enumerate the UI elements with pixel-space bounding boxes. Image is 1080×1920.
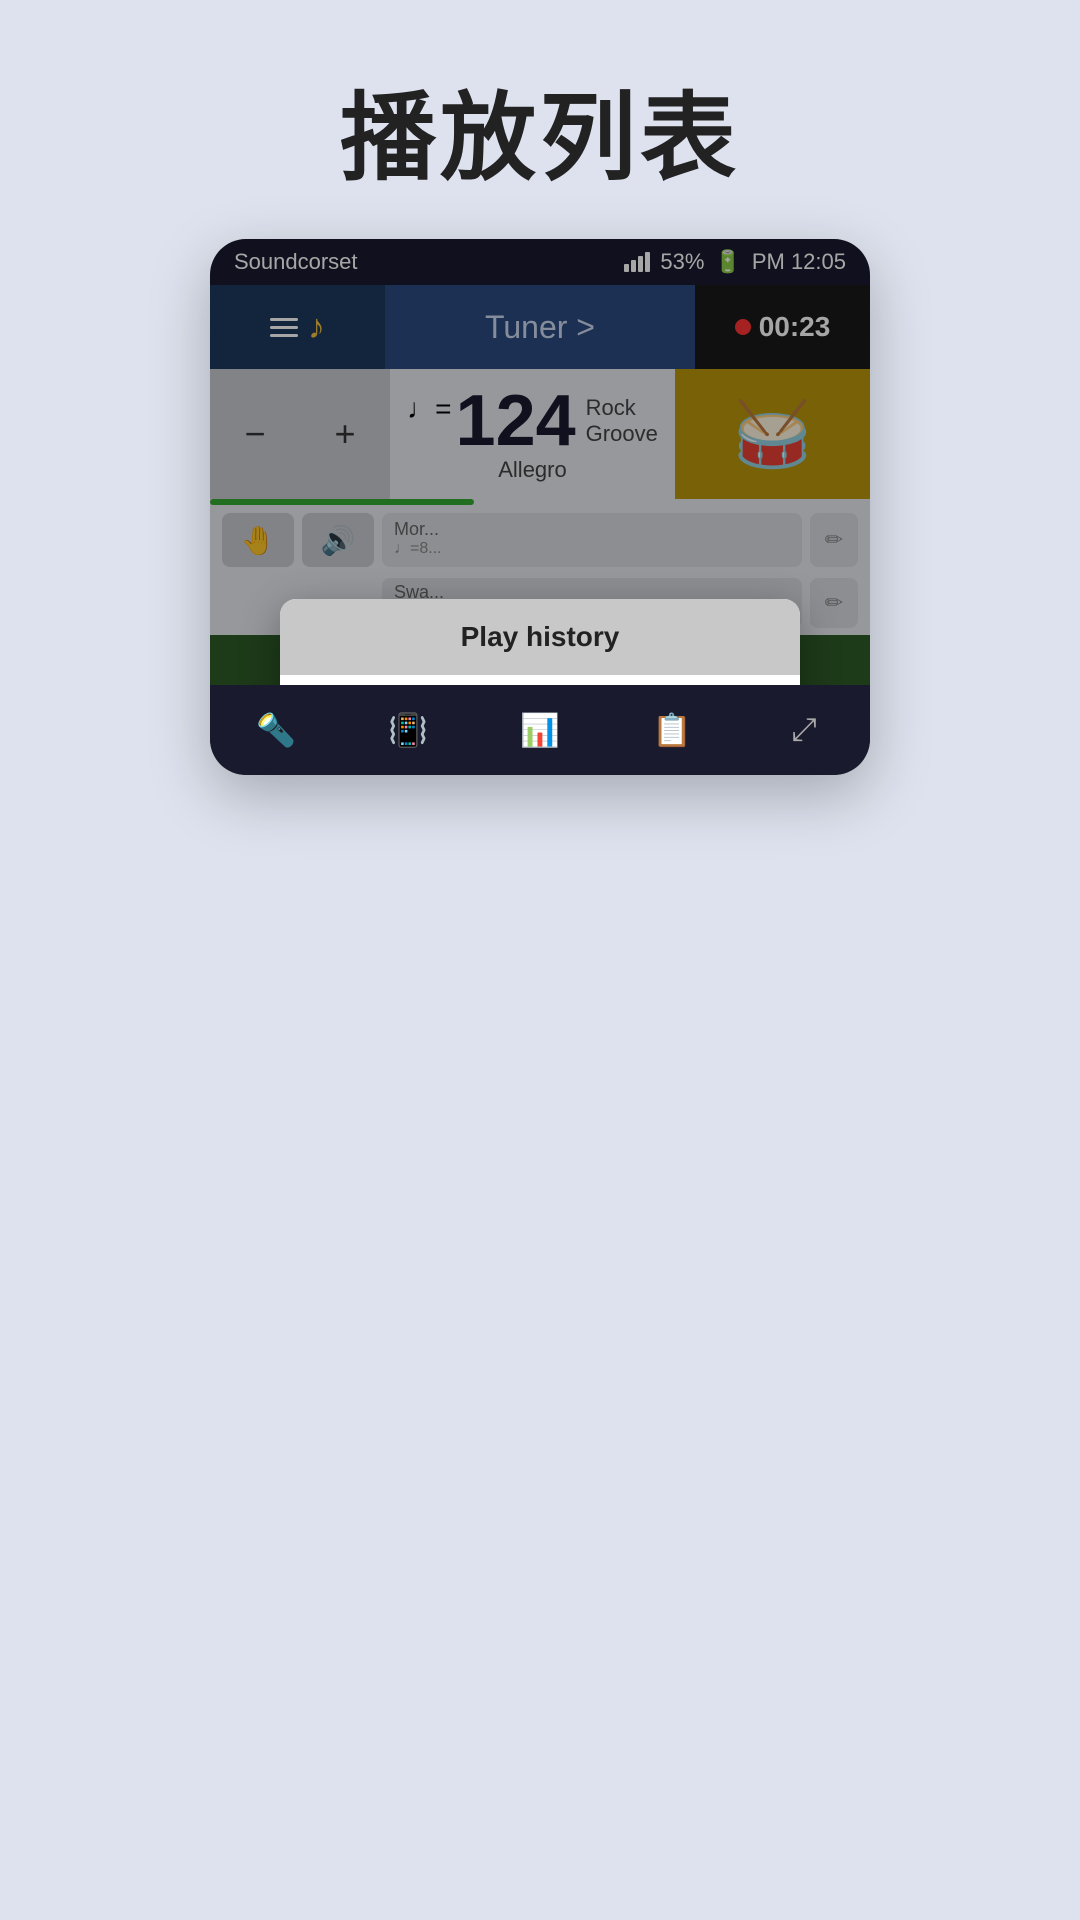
- page-title: 播放列表: [0, 0, 1080, 239]
- clipboard-icon: 📋: [652, 711, 692, 749]
- vibrate-button[interactable]: 📳: [342, 685, 474, 775]
- flashlight-icon: 🔦: [256, 711, 296, 749]
- bottom-toolbar: 🔦 📳 📊 📋 ⤢: [210, 685, 870, 775]
- phone-frame: Soundcorset 53% 🔋 PM 12:05 ♪ Tuner > 0: [210, 239, 870, 775]
- chart-icon: 📊: [520, 711, 560, 749]
- modal-header: Play history: [280, 599, 800, 675]
- vibrate-icon: 📳: [388, 711, 428, 749]
- expand-button[interactable]: ⤢: [738, 685, 870, 775]
- clipboard-button[interactable]: 📋: [606, 685, 738, 775]
- chart-button[interactable]: 📊: [474, 685, 606, 775]
- flashlight-button[interactable]: 🔦: [210, 685, 342, 775]
- expand-icon: ⤢: [791, 711, 817, 749]
